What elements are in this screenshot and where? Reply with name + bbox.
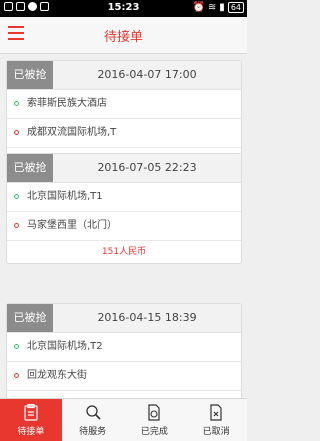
tab-cancelled[interactable]: 已取消 bbox=[185, 399, 247, 441]
order-list[interactable]: 已被抢 2016-04-07 17:00 索菲斯民族大酒店 成都双流国际机场,T… bbox=[0, 54, 247, 398]
document-cancel-icon bbox=[210, 404, 222, 421]
wifi-icon: ≋ bbox=[207, 2, 217, 13]
dropoff-location: 回龙观东大街 bbox=[27, 370, 87, 381]
order-status-tag: 已被抢 bbox=[7, 154, 53, 182]
order-status-tag: 已被抢 bbox=[7, 61, 53, 89]
tab-label: 已完成 bbox=[140, 427, 168, 437]
tab-label: 待服务 bbox=[79, 427, 107, 437]
order-status-tag: 已被抢 bbox=[7, 304, 53, 332]
document-check-icon bbox=[148, 404, 160, 421]
order-time: 2016-04-15 18:39 bbox=[97, 311, 197, 324]
tab-label: 已取消 bbox=[202, 427, 230, 437]
tab-to-serve[interactable]: 待服务 bbox=[62, 399, 124, 441]
order-price: 151人民币 bbox=[101, 247, 147, 257]
order-card-header: 已被抢 2016-07-05 22:23 bbox=[7, 154, 241, 183]
search-icon bbox=[85, 405, 101, 420]
dropoff-dot-icon bbox=[14, 223, 19, 228]
battery-icon: 64 bbox=[227, 2, 244, 13]
tab-pending[interactable]: 待接单 bbox=[0, 399, 62, 441]
status-bar: 15:23 ⏰ ≋ ▮ 64 bbox=[0, 0, 247, 17]
app-header: 待接单 bbox=[0, 17, 247, 54]
clipboard-icon bbox=[24, 404, 38, 421]
tab-completed[interactable]: 已完成 bbox=[124, 399, 186, 441]
system-icons: ⏰ ≋ ▮ 64 bbox=[192, 2, 244, 13]
dropoff-row: 成都双流国际机场,T bbox=[7, 119, 241, 148]
dropoff-location: 成都双流国际机场,T bbox=[27, 127, 117, 138]
order-card[interactable]: 已被抢 2016-04-15 18:39 北京国际机场,T2 回龙观东大街 bbox=[6, 303, 242, 398]
pickup-location: 北京国际机场,T1 bbox=[27, 191, 103, 202]
order-card-header: 已被抢 2016-04-15 18:39 bbox=[7, 304, 241, 333]
pickup-location: 北京国际机场,T2 bbox=[27, 341, 103, 352]
pickup-row: 索菲斯民族大酒店 bbox=[7, 90, 241, 119]
order-price bbox=[7, 391, 241, 398]
pickup-row: 北京国际机场,T2 bbox=[7, 333, 241, 362]
order-time: 2016-04-07 17:00 bbox=[97, 68, 197, 81]
dropoff-row: 回龙观东大街 bbox=[7, 362, 241, 391]
pickup-dot-icon bbox=[14, 344, 19, 349]
dropoff-location: 马家堡西里（北门） bbox=[27, 220, 117, 231]
dropoff-dot-icon bbox=[14, 130, 19, 135]
signal-icon: ▮ bbox=[219, 2, 225, 13]
dropoff-row: 马家堡西里（北门） bbox=[7, 212, 241, 241]
page-title: 待接单 bbox=[103, 30, 143, 45]
order-time: 2016-07-05 22:23 bbox=[97, 161, 197, 174]
alarm-icon: ⏰ bbox=[192, 2, 205, 13]
bottom-tab-bar: 待接单 待服务 已完成 已取消 bbox=[0, 398, 247, 441]
pickup-dot-icon bbox=[14, 101, 19, 106]
order-card[interactable]: 已被抢 2016-07-05 22:23 北京国际机场,T1 马家堡西里（北门）… bbox=[6, 153, 242, 264]
order-card-header: 已被抢 2016-04-07 17:00 bbox=[7, 61, 241, 90]
dropoff-dot-icon bbox=[14, 373, 19, 378]
tab-label: 待接单 bbox=[17, 427, 45, 437]
pickup-row: 北京国际机场,T1 bbox=[7, 183, 241, 212]
pickup-dot-icon bbox=[14, 194, 19, 199]
pickup-location: 索菲斯民族大酒店 bbox=[27, 98, 107, 109]
